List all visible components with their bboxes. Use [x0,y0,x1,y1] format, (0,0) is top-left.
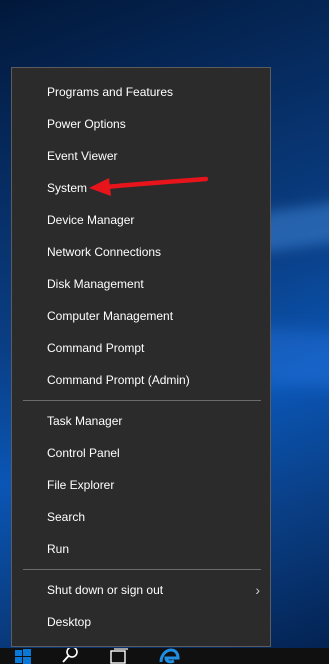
menu-item-device-manager[interactable]: Device Manager [12,205,270,235]
task-view-icon[interactable] [108,648,130,664]
menu-item-disk-management[interactable]: Disk Management [12,269,270,299]
menu-item-run[interactable]: Run [12,534,270,564]
menu-item-programs-and-features[interactable]: Programs and Features [12,77,270,107]
menu-item-event-viewer[interactable]: Event Viewer [12,141,270,171]
menu-item-desktop[interactable]: Desktop [12,607,270,637]
menu-separator [23,569,261,570]
menu-item-network-connections[interactable]: Network Connections [12,237,270,267]
menu-item-command-prompt-admin[interactable]: Command Prompt (Admin) [12,365,270,395]
search-icon[interactable] [60,648,80,664]
menu-item-task-manager[interactable]: Task Manager [12,406,270,436]
menu-item-power-options[interactable]: Power Options [12,109,270,139]
menu-item-shut-down-or-sign-out[interactable]: Shut down or sign out › [12,575,270,605]
edge-browser-icon[interactable] [158,648,180,664]
power-user-menu: Programs and Features Power Options Even… [11,67,271,647]
menu-item-search[interactable]: Search [12,502,270,532]
taskbar [0,648,329,664]
red-arrow-annotation [89,176,209,196]
menu-item-computer-management[interactable]: Computer Management [12,301,270,331]
menu-separator [23,400,261,401]
windows-start-icon[interactable] [14,648,32,664]
menu-item-label: Shut down or sign out [47,583,164,597]
menu-item-control-panel[interactable]: Control Panel [12,438,270,468]
menu-item-command-prompt[interactable]: Command Prompt [12,333,270,363]
menu-item-file-explorer[interactable]: File Explorer [12,470,270,500]
chevron-right-icon: › [255,582,260,598]
